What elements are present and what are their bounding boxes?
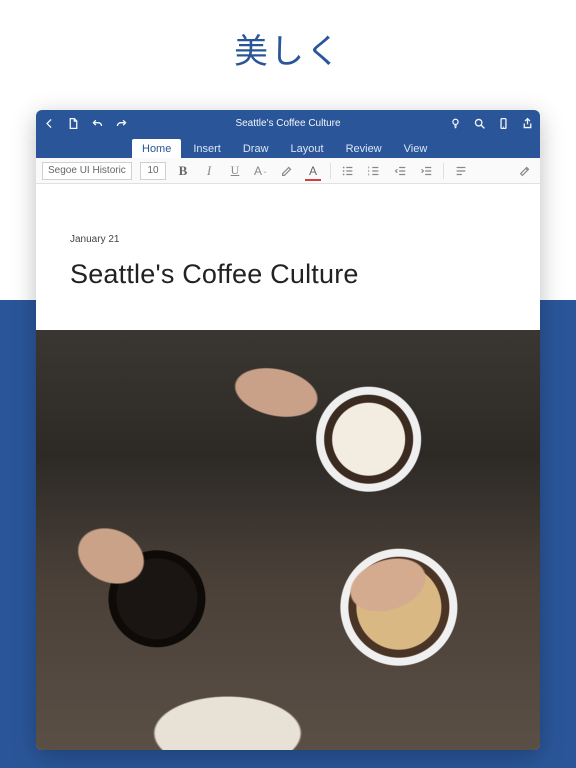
highlight-button[interactable] bbox=[278, 162, 296, 180]
titlebar: Seattle's Coffee Culture bbox=[36, 110, 540, 136]
formatting-toolbar: Segoe UI Historic 10 B I U A⌄ A bbox=[36, 158, 540, 184]
styles-button[interactable] bbox=[516, 162, 534, 180]
file-icon[interactable] bbox=[66, 117, 80, 130]
tab-home[interactable]: Home bbox=[132, 139, 181, 158]
italic-button[interactable]: I bbox=[200, 162, 218, 180]
back-button[interactable] bbox=[42, 117, 56, 130]
document-date: January 21 bbox=[70, 234, 506, 245]
separator bbox=[330, 163, 331, 179]
tab-view[interactable]: View bbox=[394, 139, 438, 158]
separator bbox=[443, 163, 444, 179]
lightbulb-icon[interactable] bbox=[448, 117, 462, 130]
image-detail bbox=[308, 521, 469, 650]
app-window: Seattle's Coffee Culture Home Insert Dra… bbox=[36, 110, 540, 750]
tab-layout[interactable]: Layout bbox=[281, 139, 334, 158]
indent-button[interactable] bbox=[417, 162, 435, 180]
document-title: Seattle's Coffee Culture bbox=[128, 118, 448, 129]
document-heading: Seattle's Coffee Culture bbox=[70, 259, 506, 290]
share-icon[interactable] bbox=[520, 117, 534, 130]
promo-tagline: 美しく bbox=[0, 0, 576, 103]
font-format-button[interactable]: A⌄ bbox=[252, 162, 270, 180]
image-detail bbox=[36, 484, 191, 628]
numbered-list-button[interactable] bbox=[365, 162, 383, 180]
bullet-list-button[interactable] bbox=[339, 162, 357, 180]
paragraph-button[interactable] bbox=[452, 162, 470, 180]
outdent-button[interactable] bbox=[391, 162, 409, 180]
tab-insert[interactable]: Insert bbox=[183, 139, 231, 158]
font-color-button[interactable]: A bbox=[304, 162, 322, 180]
underline-button[interactable]: U bbox=[226, 162, 244, 180]
document-image bbox=[36, 330, 540, 750]
undo-button[interactable] bbox=[90, 117, 104, 130]
tab-draw[interactable]: Draw bbox=[233, 139, 279, 158]
image-detail bbox=[221, 344, 355, 447]
ribbon-tabs: Home Insert Draw Layout Review View bbox=[36, 136, 540, 158]
font-size-select[interactable]: 10 bbox=[140, 162, 166, 180]
redo-button[interactable] bbox=[114, 117, 128, 130]
search-icon[interactable] bbox=[472, 117, 486, 130]
font-name-select[interactable]: Segoe UI Historic bbox=[42, 162, 132, 180]
bold-button[interactable]: B bbox=[174, 162, 192, 180]
mobile-icon[interactable] bbox=[496, 117, 510, 130]
tab-review[interactable]: Review bbox=[336, 139, 392, 158]
